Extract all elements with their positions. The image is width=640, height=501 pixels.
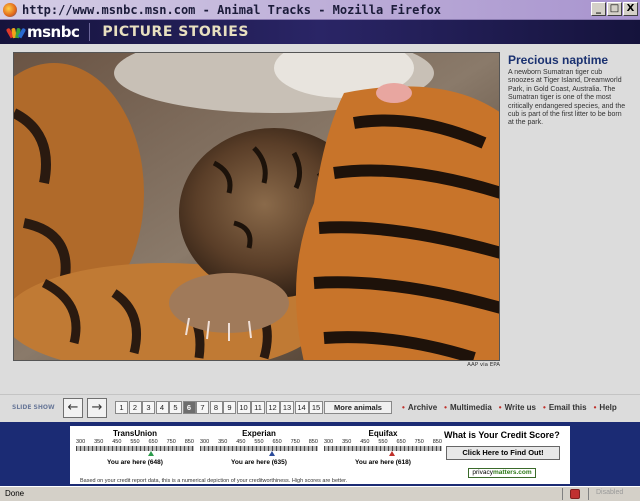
page-button-13[interactable]: 13 [280,401,294,414]
bureau-name: Experian [242,429,276,438]
page-button-10[interactable]: 10 [236,401,251,414]
page-button-14[interactable]: 14 [294,401,309,414]
page-button-4[interactable]: 4 [155,401,169,414]
popup-blocker-icon[interactable] [570,489,580,499]
firefox-icon [3,2,17,17]
slide-panel: AAP via EPA Precious naptime A newborn S… [0,44,640,394]
score-marker [200,451,318,457]
bureau-name: Equifax [368,429,398,438]
bureau-transunion: TransUnion 300 350 450 550 650 750 850 You are… [76,429,194,466]
bureau-equifax: Equifax 300 350 450 550 650 750 850 You are he… [324,429,442,466]
write-us-link[interactable]: • Write us [499,403,536,412]
header-divider [89,23,91,41]
bureau-name: TransUnion [112,429,157,438]
score-marker [76,451,194,457]
page-button-9[interactable]: 9 [223,401,236,414]
status-text: Done [5,489,25,498]
slideshow-label: SLIDE SHOW [12,404,55,411]
more-animals-button[interactable]: More animals [324,401,392,414]
footer-links: • Archive • Multimedia • Write us • Email th… [402,403,624,412]
window-title: http://www.msnbc.msn.com - Animal Tracks… [22,2,442,17]
score-text: You are here (635) [231,459,287,466]
page-button-6[interactable]: 6 [182,401,196,414]
arrow-right-icon: → [91,400,103,415]
credit-score-ad[interactable]: TransUnion 300 350 450 550 650 750 850 You are… [70,426,570,484]
prev-slide-button[interactable]: ← [63,398,83,418]
triangle-marker-icon [147,451,154,456]
page-button-8[interactable]: 8 [209,401,223,414]
archive-link[interactable]: • Archive [402,403,437,412]
window-title-bar: http://www.msnbc.msn.com - Animal Tracks… [0,0,640,20]
tiger-cub-photo-icon [14,53,499,360]
caption-title: Precious naptime [508,53,609,67]
ad-band: TransUnion 300 350 450 550 650 750 850 You are… [0,422,640,486]
minimize-button[interactable]: _ [591,2,606,16]
privacymatters-logo[interactable]: privacymatters.com [468,468,536,478]
page-button-2[interactable]: 2 [128,401,142,414]
page-button-7[interactable]: 7 [196,401,209,414]
page-button-3[interactable]: 3 [142,401,155,414]
page-list: 1 2 3 4 5 6 7 8 9 10 11 12 13 14 15 [115,401,324,414]
score-text: You are here (648) [107,459,163,466]
status-bar: Done Disabled [0,486,640,501]
photo-credit: AAP via EPA [467,362,500,368]
status-divider [562,488,563,500]
next-slide-button[interactable]: → [87,398,107,418]
site-header: msnbc PICTURE STORIES [0,20,640,44]
section-title: PICTURE STORIES [102,24,249,40]
status-divider [588,488,589,500]
score-scale: 300 350 450 550 650 750 850 [76,439,194,445]
triangle-marker-icon [268,451,275,456]
status-right-text: Disabled [596,489,624,496]
slideshow-nav: SLIDE SHOW ← → 1 2 3 4 5 6 7 8 9 10 11 12 13 14 15 Mor… [0,394,640,422]
brand-logo[interactable]: msnbc [27,23,80,41]
help-link[interactable]: • Help [594,403,617,412]
page-button-5[interactable]: 5 [169,401,182,414]
maximize-button[interactable]: □ [607,2,622,16]
score-scale: 300 350 450 550 650 750 850 [200,439,318,445]
page-button-15[interactable]: 15 [309,401,323,414]
arrow-left-icon: ← [67,400,79,415]
close-button[interactable]: X [623,2,638,16]
ad-headline: What is Your Credit Score? [444,430,560,440]
caption-body: A newborn Sumatran tiger cub snoozes at … [508,69,626,127]
email-this-link[interactable]: • Email this [543,403,587,412]
score-text: You are here (618) [355,459,411,466]
find-out-button[interactable]: Click Here to Find Out! [446,446,560,460]
score-scale: 300 350 450 550 650 750 850 [324,439,442,445]
ad-disclaimer: Based on your credit report data, this i… [80,478,348,484]
triangle-marker-icon [389,451,396,456]
slide-photo [13,52,500,361]
window-controls: _ □ X [591,2,638,16]
page-button-11[interactable]: 11 [251,401,265,414]
page-button-1[interactable]: 1 [115,401,128,414]
multimedia-link[interactable]: • Multimedia [444,403,492,412]
peacock-logo-icon [5,26,27,39]
page-button-12[interactable]: 12 [265,401,280,414]
score-marker [324,451,442,457]
bureau-experian: Experian 300 350 450 550 650 750 850 You are h… [200,429,318,466]
